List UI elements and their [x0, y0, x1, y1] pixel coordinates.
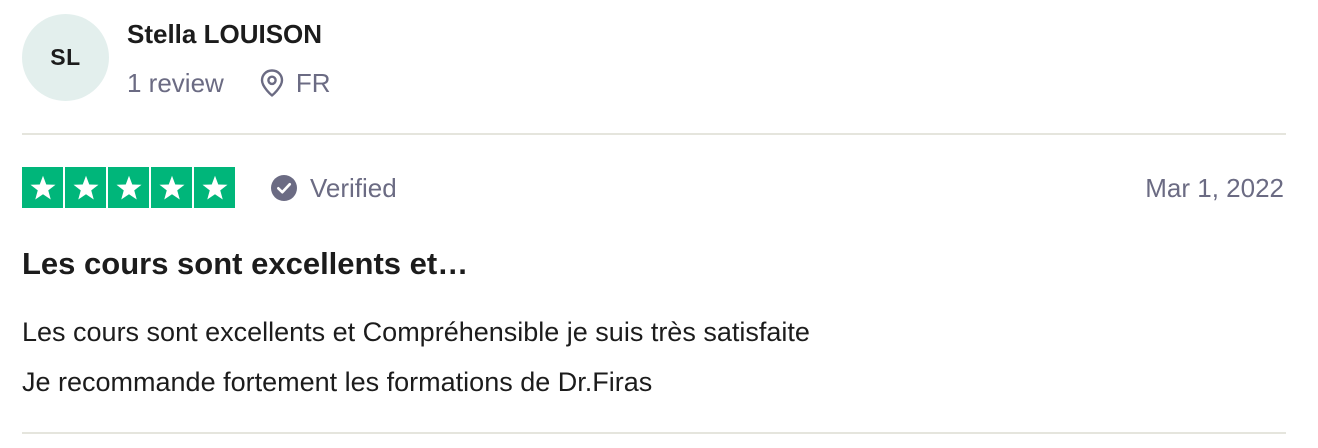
avatar[interactable]: SL: [22, 14, 109, 101]
verified-badge[interactable]: Verified: [270, 168, 397, 208]
review-title[interactable]: Les cours sont excellents et…: [22, 246, 468, 282]
review-body-line: Je recommande fortement les formations d…: [22, 367, 653, 397]
star-icon: [22, 167, 63, 208]
reviewer-country: FR: [295, 67, 331, 98]
review-count: 1 review: [127, 67, 224, 98]
avatar-initials: SL: [50, 44, 81, 70]
review-date: Mar 1, 2022: [1145, 172, 1284, 203]
review-card: SL Stella LOUISON 1 review FR Verified M…: [0, 0, 1318, 448]
verified-label: Verified: [310, 172, 397, 203]
star-icon: [65, 167, 106, 208]
star-rating: [22, 167, 235, 208]
reviewer-meta: 1 review FR: [127, 64, 331, 102]
review-body: Les cours sont excellents et Compréhensi…: [22, 307, 810, 407]
reviewer-name[interactable]: Stella LOUISON: [127, 19, 322, 50]
divider: [22, 133, 1286, 135]
review-body-line: Les cours sont excellents et Compréhensi…: [22, 317, 810, 347]
location-pin-icon: [258, 68, 286, 98]
star-icon: [108, 167, 149, 208]
check-circle-icon: [270, 174, 298, 202]
star-icon: [194, 167, 235, 208]
divider: [22, 432, 1286, 434]
star-icon: [151, 167, 192, 208]
